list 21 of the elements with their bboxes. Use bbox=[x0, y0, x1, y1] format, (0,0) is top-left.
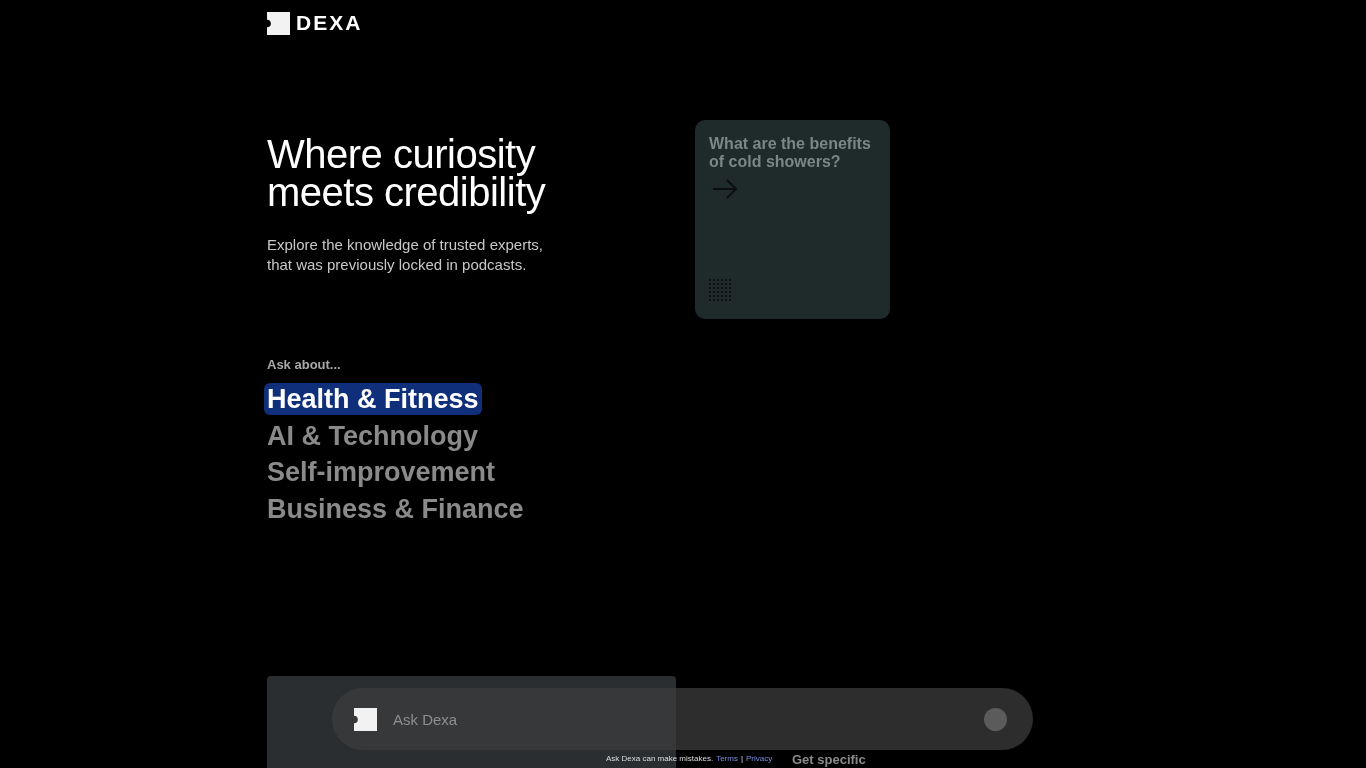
search-field[interactable]: Ask Dexa bbox=[391, 709, 970, 729]
ask-about-label: Ask about... bbox=[267, 357, 341, 372]
dot-grid-icon bbox=[709, 279, 733, 303]
send-button[interactable] bbox=[984, 707, 1007, 731]
logo-icon bbox=[267, 11, 290, 35]
topic-link[interactable]: Health & Fitness bbox=[264, 383, 482, 415]
search-bar[interactable]: Ask Dexa bbox=[332, 688, 1033, 750]
card-question: What are the benefits of cold showers? bbox=[709, 135, 872, 171]
question-card[interactable]: What are the benefits of cold showers? bbox=[695, 120, 890, 319]
topic-link[interactable]: Business & Finance bbox=[264, 492, 527, 525]
hero-subtitle: Explore the knowledge of trusted experts, that was previously locked in podcasts. bbox=[267, 235, 544, 275]
logo-icon bbox=[354, 707, 377, 731]
topic-link[interactable]: Self-improvement bbox=[264, 456, 499, 488]
arrow-icon bbox=[711, 178, 739, 200]
terms-link[interactable]: Terms bbox=[716, 754, 738, 763]
privacy-link[interactable]: Privacy bbox=[746, 754, 773, 763]
disclaimer-text: Ask Dexa can make mistakes. bbox=[606, 754, 714, 763]
separator-text: | bbox=[740, 754, 743, 763]
section-heading: Get specific bbox=[792, 752, 866, 767]
topic-link[interactable]: AI & Technology bbox=[264, 419, 481, 452]
brand-name: DEXA bbox=[296, 11, 363, 35]
